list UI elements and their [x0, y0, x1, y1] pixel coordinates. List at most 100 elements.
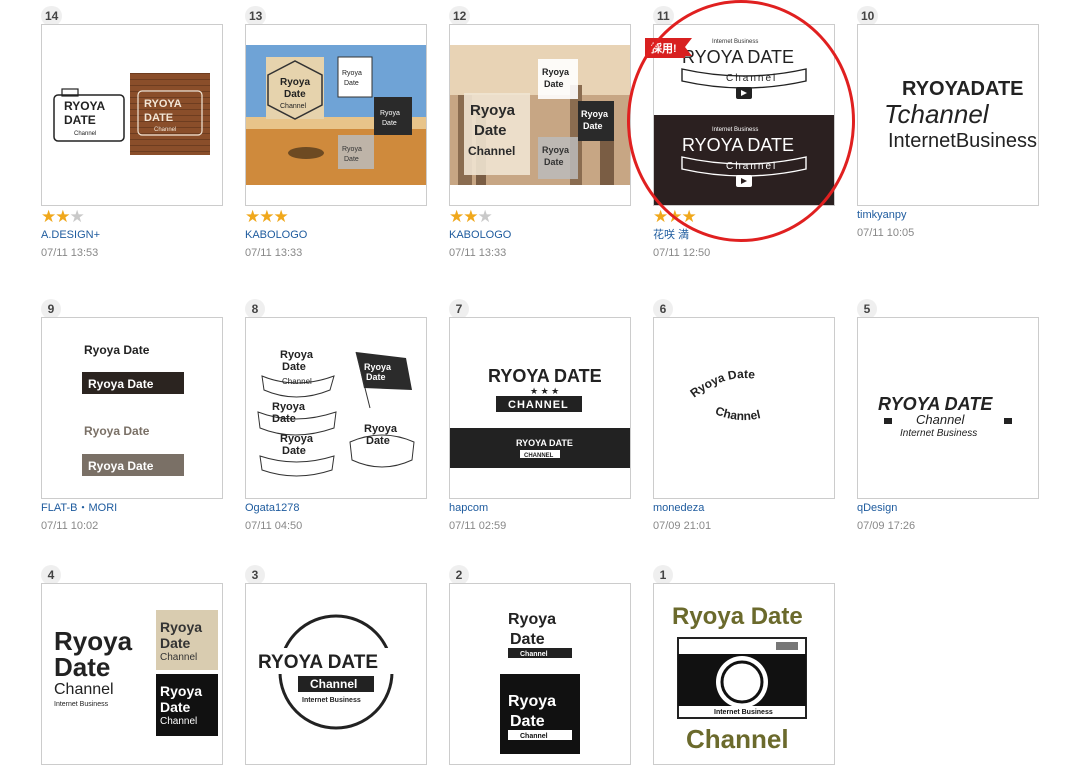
entry-thumbnail[interactable]: Ryoya Date Channel: [653, 317, 835, 499]
logo-text: Ryoya: [542, 67, 570, 77]
star-rating: ★★★: [245, 207, 429, 227]
entry-card[interactable]: 3 RYOYA DATE Channel Internet Business: [245, 565, 429, 765]
entry-card[interactable]: 10 RYOYADATE Tchannel InternetBusiness t…: [857, 6, 1041, 276]
logo-artwork: Ryoya Date Channel: [688, 367, 762, 423]
entry-date: 07/09 17:26: [857, 520, 916, 532]
logo-text: Channel: [282, 377, 312, 386]
entry-card[interactable]: 13 Ryoya Date Channel Ryoya Date Ryoya D…: [245, 6, 429, 276]
entry-thumbnail[interactable]: Ryoya Date Channel Ryoya Date Ryoya Date…: [245, 24, 427, 206]
entry-card[interactable]: 1 Ryoya Date Internet Business Channel: [653, 565, 837, 765]
logo-text: Channel: [310, 677, 357, 691]
entry-thumbnail[interactable]: Ryoya Date Channel Ryoya Date Channel: [449, 583, 631, 765]
entry-thumbnail[interactable]: Ryoya Date Channel Ryoya Date Ryoya Date…: [449, 24, 631, 206]
entry-thumbnail[interactable]: RYOYADATE Tchannel InternetBusiness: [857, 24, 1039, 206]
entry-card[interactable]: 2 Ryoya Date Channel Ryoya Date Channel: [449, 565, 633, 765]
star-filled-icon: ★: [41, 207, 56, 226]
entry-meta: timkyanpy 07/11 10:05: [857, 207, 1041, 241]
entry-card[interactable]: 11 Internet Business RYOYA DATE Channel …: [645, 6, 837, 276]
entry-thumbnail[interactable]: RYOYA DATE Channel Internet Business: [857, 317, 1039, 499]
logo-text: Date: [160, 635, 191, 651]
logo-text: Internet Business: [54, 701, 109, 708]
author-link[interactable]: Ogata1278: [245, 500, 429, 518]
logo-text: Date: [366, 372, 386, 382]
logo-text: Date: [282, 445, 306, 457]
logo-text: Date: [160, 699, 191, 715]
author-link[interactable]: KABOLOGO: [245, 227, 429, 245]
logo-text: Channel: [916, 412, 966, 427]
logo-text: Tchannel: [884, 99, 990, 129]
author-link[interactable]: qDesign: [857, 500, 1041, 518]
logo-text: Ryoya Date: [84, 343, 150, 357]
author-link[interactable]: monedeza: [653, 500, 837, 518]
logo-text: DATE: [64, 113, 96, 127]
entry-meta: ★★★ KABOLOGO 07/11 13:33: [245, 207, 429, 261]
entry-thumbnail[interactable]: RYOYA DATE Channel Internet Business: [245, 583, 427, 765]
logo-text: Date: [282, 361, 306, 373]
entry-card[interactable]: 7 RYOYA DATE ★ ★ ★ CHANNEL RYOYA DATE CH…: [449, 299, 633, 569]
logo-text: RYOYA DATE: [878, 394, 993, 414]
entry-thumbnail[interactable]: Ryoya Date Internet Business Channel: [653, 583, 835, 765]
logo-text: Ryoya: [280, 433, 314, 445]
logo-text: Date: [382, 120, 397, 127]
logo-text: RYOYA DATE: [682, 47, 794, 67]
logo-artwork: RYOYA DATE Channel Internet Business: [878, 394, 1012, 439]
logo-text: Ryoya: [542, 145, 570, 155]
logo-text: RYOYA DATE: [682, 135, 794, 155]
author-link[interactable]: KABOLOGO: [449, 227, 633, 245]
entry-number-badge: 10: [857, 6, 879, 26]
entry-thumbnail[interactable]: RYOYA DATE ★ ★ ★ CHANNEL RYOYA DATE CHAN…: [449, 317, 631, 499]
logo-text: Channel: [520, 651, 548, 658]
logo-artwork: RYOYA DATE Channel RYOYA DATE Channel: [53, 73, 210, 155]
logo-text: Date: [474, 122, 507, 139]
entry-thumbnail[interactable]: Ryoya Date Ryoya Date Ryoya Date Ryoya D…: [41, 317, 223, 499]
logo-artwork: RYOYADATE Tchannel InternetBusiness: [884, 78, 1037, 152]
logo-text: Ryoya: [342, 146, 362, 153]
star-rating: ★★★: [449, 207, 633, 227]
logo-text: Ryoya: [364, 423, 398, 435]
logo-text: Ryoya: [364, 362, 392, 372]
logo-text: InternetBusiness: [888, 130, 1037, 152]
entry-card[interactable]: 5 RYOYA DATE Channel Internet Business q…: [857, 299, 1041, 569]
entry-card[interactable]: 8 Ryoya Date Channel Ryoya Date Ryoya Da…: [245, 299, 429, 569]
entry-thumbnail[interactable]: Ryoya Date Channel Ryoya Date Ryoya Date…: [245, 317, 427, 499]
entry-date: 07/11 13:53: [41, 247, 99, 259]
logo-text: Ryoya: [470, 102, 516, 119]
logo-text: CHANNEL: [524, 453, 554, 459]
logo-text: ★ ★ ★: [530, 386, 559, 396]
entry-thumbnail[interactable]: RYOYA DATE Channel RYOYA DATE Channel: [41, 24, 223, 206]
logo-text: Date: [510, 713, 545, 730]
entry-card[interactable]: 9 Ryoya Date Ryoya Date Ryoya Date Ryoya…: [41, 299, 225, 569]
entry-date: 07/11 12:50: [653, 247, 711, 259]
author-link[interactable]: hapcom: [449, 500, 633, 518]
logo-text: RYOYA: [64, 99, 105, 113]
logo-text: Channel: [54, 681, 114, 698]
logo-text: Date: [54, 652, 110, 682]
author-link[interactable]: A.DESIGN+: [41, 227, 225, 245]
entry-card[interactable]: 6 Ryoya Date Channel monedeza 07/09 21:01: [653, 299, 837, 569]
entry-number-badge: 3: [245, 565, 265, 585]
author-link[interactable]: FLAT-B・MORI: [41, 500, 225, 518]
logo-text: Ryoya Date: [88, 459, 154, 473]
entry-thumbnail[interactable]: Ryoya Date Channel Internet Business Ryo…: [41, 583, 223, 765]
entry-meta: ★★★ 花咲 満 07/11 12:50: [653, 207, 837, 261]
entry-card[interactable]: 12 Ryoya Date Channel Ryoya Date Ryoya D…: [449, 6, 633, 276]
logo-text: Internet Business: [900, 428, 977, 439]
entry-card[interactable]: 4 Ryoya Date Channel Internet Business R…: [41, 565, 225, 765]
entry-number-badge: 12: [449, 6, 471, 26]
logo-text: Channel: [468, 144, 515, 158]
star-rating: ★★★: [41, 207, 225, 227]
logo-text: Ryoya Date: [88, 377, 154, 391]
entry-date: 07/11 13:33: [245, 247, 303, 259]
entry-number-badge: 4: [41, 565, 61, 585]
author-link[interactable]: 花咲 満: [653, 227, 837, 245]
logo-text: Ryoya Date: [688, 367, 757, 400]
logo-text: Ryoya: [380, 110, 400, 117]
logo-text: CHANNEL: [508, 399, 569, 411]
logo-artwork: Ryoya Date Channel Internet Business Ryo…: [54, 610, 218, 736]
entry-date: 07/11 10:02: [41, 520, 99, 532]
author-link[interactable]: timkyanpy: [857, 207, 1041, 225]
entry-number-badge: 13: [245, 6, 267, 26]
entry-date: 07/11 02:59: [449, 520, 507, 532]
entry-number-badge: 9: [41, 299, 61, 319]
entry-card[interactable]: 14 RYOYA DATE Channel RYOYA DATE Channel…: [41, 6, 225, 276]
